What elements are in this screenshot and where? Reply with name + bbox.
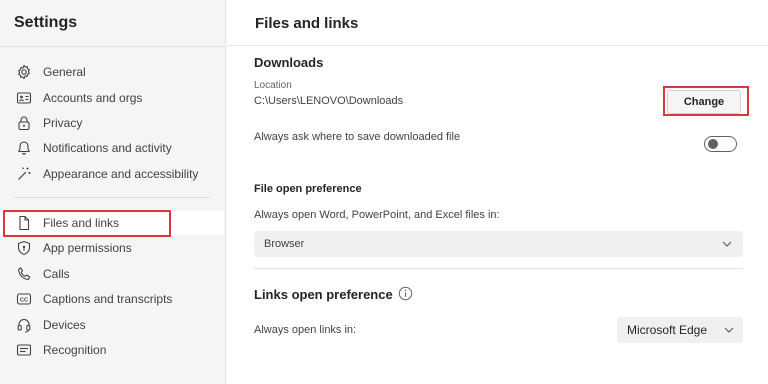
- ask-where-to-save-toggle[interactable]: [704, 136, 737, 152]
- id-card-icon: [16, 92, 32, 104]
- bell-icon: [18, 141, 30, 155]
- links-open-preference-description: Always open links in:: [254, 324, 357, 336]
- toggle-knob: [708, 139, 718, 149]
- sidebar-item-calls[interactable]: Calls: [0, 262, 224, 286]
- sidebar-item-label: Recognition: [43, 343, 107, 357]
- downloads-section-title: Downloads: [254, 55, 324, 70]
- sidebar-item-label: Devices: [43, 318, 86, 332]
- sidebar-section-divider: [14, 197, 210, 198]
- headset-icon: [17, 319, 31, 333]
- file-open-preference-description: Always open Word, PowerPoint, and Excel …: [254, 209, 500, 221]
- sidebar-item-files-and-links[interactable]: Files and links: [0, 211, 224, 235]
- sidebar-item-recognition[interactable]: Recognition: [0, 338, 224, 362]
- page-title: Files and links: [255, 15, 359, 32]
- sidebar-item-label: Accounts and orgs: [43, 91, 143, 105]
- change-location-button[interactable]: Change: [667, 90, 741, 114]
- links-open-selected-value: Microsoft Edge: [627, 323, 708, 337]
- settings-sidebar: Settings General Accounts and orgs Priva…: [0, 0, 226, 384]
- sidebar-divider: [0, 46, 226, 47]
- sidebar-title: Settings: [14, 14, 78, 31]
- sidebar-item-general[interactable]: General: [0, 60, 224, 84]
- sidebar-item-accounts[interactable]: Accounts and orgs: [0, 86, 224, 110]
- sidebar-item-label: Calls: [43, 267, 70, 281]
- download-location-path: C:\Users\LENOVO\Downloads: [254, 95, 404, 107]
- sidebar-item-notifications[interactable]: Notifications and activity: [0, 136, 224, 160]
- sidebar-item-label: Privacy: [43, 116, 83, 130]
- gear-icon: [18, 64, 30, 80]
- location-label: Location: [254, 80, 292, 91]
- recognition-icon: [16, 344, 32, 356]
- sidebar-item-label: Notifications and activity: [43, 141, 172, 155]
- sidebar-item-label: Appearance and accessibility: [43, 167, 199, 181]
- magic-wand-icon: [18, 167, 31, 180]
- links-open-preference-title: Links open preference: [254, 287, 393, 302]
- links-open-dropdown[interactable]: Microsoft Edge: [617, 317, 743, 343]
- closed-captions-icon: CC: [16, 293, 32, 305]
- sidebar-item-devices[interactable]: Devices: [0, 313, 224, 337]
- sidebar-item-app-permissions[interactable]: App permissions: [0, 236, 224, 260]
- sidebar-item-captions[interactable]: CC Captions and transcripts: [0, 287, 224, 311]
- sidebar-item-label: App permissions: [43, 241, 132, 255]
- sidebar-item-appearance[interactable]: Appearance and accessibility: [0, 162, 224, 186]
- document-icon: [19, 215, 30, 231]
- file-open-preference-title: File open preference: [254, 183, 362, 195]
- info-icon[interactable]: [398, 286, 413, 301]
- ask-where-to-save-label: Always ask where to save downloaded file: [254, 131, 461, 143]
- sidebar-item-label: Captions and transcripts: [43, 292, 173, 306]
- chevron-down-icon: [724, 327, 734, 333]
- sidebar-item-privacy[interactable]: Privacy: [0, 111, 224, 135]
- section-divider: [254, 268, 743, 269]
- file-open-selected-value: Browser: [264, 238, 305, 250]
- lock-icon: [18, 116, 30, 131]
- main-header: Files and links: [227, 0, 768, 46]
- phone-icon: [18, 267, 31, 280]
- chevron-down-icon: [722, 241, 732, 247]
- shield-icon: [17, 240, 31, 256]
- sidebar-item-label: Files and links: [43, 216, 120, 230]
- svg-text:CC: CC: [20, 297, 28, 303]
- sidebar-item-label: General: [43, 65, 86, 79]
- file-open-dropdown[interactable]: Browser: [254, 231, 743, 257]
